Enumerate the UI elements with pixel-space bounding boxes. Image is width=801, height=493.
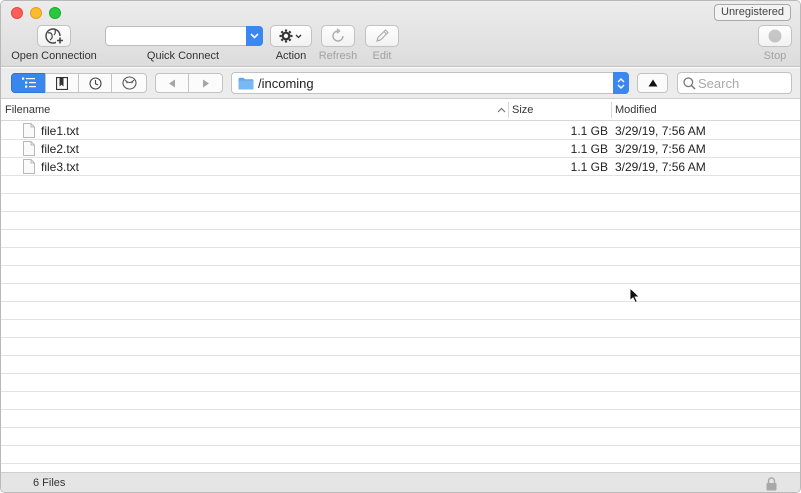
table-row[interactable]: file3.txt 1.1 GB 3/29/19, 7:56 AM [1,158,800,176]
maximize-window-button[interactable] [49,7,61,19]
back-button[interactable] [155,73,189,93]
quick-connect-dropdown[interactable] [246,26,263,46]
empty-row [1,212,800,230]
pencil-icon [376,29,389,42]
refresh-label: Refresh [318,50,358,62]
edit-label: Edit [372,50,392,62]
empty-row [1,176,800,194]
empty-row [1,392,800,410]
history-icon [88,76,102,90]
bonjour-icon [121,76,137,90]
sort-ascending-icon[interactable] [497,107,506,113]
path-selector[interactable]: /incoming [231,72,629,94]
bookmarks-tab[interactable] [45,73,79,93]
file-name: file2.txt [41,142,80,156]
history-tab[interactable] [78,73,112,93]
empty-row [1,266,800,284]
file-table-header: Filename Size Modified [1,100,800,121]
folder-icon [238,77,254,90]
parent-directory-button[interactable] [637,73,668,93]
stop-button[interactable] [758,25,792,47]
path-dropdown[interactable] [613,72,629,94]
column-header-filename[interactable]: Filename [5,104,50,116]
open-connection-button[interactable] [37,25,71,47]
file-size: 1.1 GB [570,124,608,138]
globe-plus-icon [45,28,64,45]
toolbar: Unregistered Open Connection Quick Conne… [1,1,800,67]
outline-view-tab[interactable] [11,73,46,93]
column-header-size[interactable]: Size [512,104,533,116]
file-name: file1.txt [41,124,80,138]
column-divider[interactable] [508,102,509,118]
gear-icon [279,29,302,43]
empty-row [1,284,800,302]
empty-row [1,428,800,446]
file-list: file1.txt 1.1 GB 3/29/19, 7:56 AM file2.… [1,122,800,472]
action-label: Action [275,50,307,62]
quick-connect-label: Quick Connect [146,50,220,62]
forward-button[interactable] [188,73,223,93]
text-file-icon [23,123,35,138]
file-size: 1.1 GB [570,160,608,174]
forward-icon [202,79,209,87]
stop-label: Stop [763,50,787,62]
bonjour-tab[interactable] [111,73,147,93]
quick-connect-field[interactable] [105,26,263,46]
empty-row [1,230,800,248]
up-icon [648,79,657,87]
file-modified: 3/29/19, 7:56 AM [615,124,706,138]
navigation-bar: /incoming [1,68,800,99]
edit-button[interactable] [365,25,399,47]
empty-row [1,302,800,320]
empty-row [1,320,800,338]
unregistered-badge[interactable]: Unregistered [714,4,791,21]
status-bar: 6 Files [1,472,800,492]
mouse-pointer-icon [629,287,641,304]
back-icon [169,79,175,87]
refresh-icon [332,28,344,42]
file-size: 1.1 GB [570,142,608,156]
column-header-modified[interactable]: Modified [615,104,657,116]
text-file-icon [23,141,35,156]
refresh-button[interactable] [321,25,355,47]
empty-row [1,410,800,428]
file-modified: 3/29/19, 7:56 AM [615,160,706,174]
lock-icon[interactable] [766,477,777,491]
outline-view-icon [21,77,36,88]
file-modified: 3/29/19, 7:56 AM [615,142,706,156]
empty-row [1,248,800,266]
search-field[interactable] [677,72,792,94]
chevron-up-down-icon [617,77,625,89]
close-window-button[interactable] [11,7,23,19]
empty-row [1,356,800,374]
empty-row [1,194,800,212]
file-count: 6 Files [33,477,66,489]
bookmarks-icon [56,76,68,90]
app-window: Unregistered Open Connection Quick Conne… [0,0,801,493]
table-row[interactable]: file1.txt 1.1 GB 3/29/19, 7:56 AM [1,122,800,140]
file-name: file3.txt [41,160,80,174]
chevron-down-icon [250,33,259,39]
table-row[interactable]: file2.txt 1.1 GB 3/29/19, 7:56 AM [1,140,800,158]
empty-row [1,446,800,464]
minimize-window-button[interactable] [30,7,42,19]
text-file-icon [23,159,35,174]
empty-row [1,374,800,392]
action-button[interactable] [270,25,312,47]
search-icon [683,77,696,90]
empty-row [1,338,800,356]
search-input[interactable] [698,75,788,91]
column-divider[interactable] [611,102,612,118]
current-path: /incoming [258,76,314,91]
open-connection-label: Open Connection [11,50,97,62]
stop-icon [768,29,782,43]
